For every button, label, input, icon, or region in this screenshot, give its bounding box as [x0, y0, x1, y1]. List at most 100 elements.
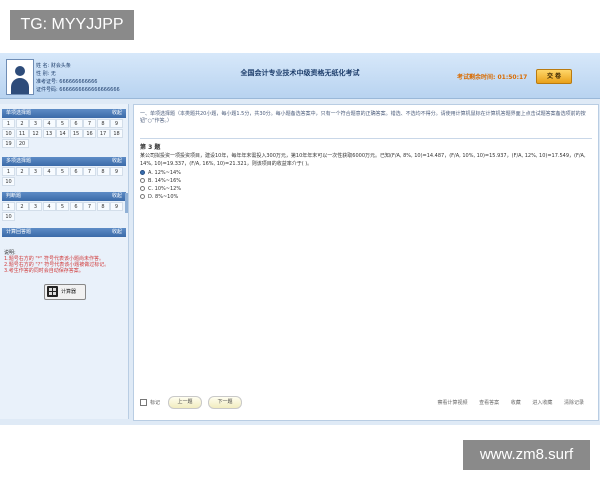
section-instructions: 一、单项选择题（本类题共20小题，每小题1.5分，共30分。每小题备选答案中，只… — [140, 111, 586, 124]
note-line: 3.考生作答的同时会自动保存答案。 — [4, 268, 84, 274]
radio-icon[interactable] — [140, 194, 145, 199]
mark-label: 标记 — [150, 400, 161, 406]
question-panel: 一、单项选择题（本类题共20小题，每小题1.5分，共30分。每小题备选答案中，只… — [133, 104, 599, 421]
question-number-cell[interactable]: 17 — [96, 129, 110, 138]
question-number-cell[interactable]: 9 — [110, 167, 123, 176]
option-label: B. 14%~16% — [148, 178, 182, 184]
sidebar-scrollbar[interactable] — [125, 193, 128, 213]
option-label: A. 12%~14% — [148, 170, 181, 176]
section-collapse[interactable]: 收起 — [112, 228, 122, 237]
question-number-cell[interactable]: 7 — [83, 119, 96, 128]
watermark-bottom-right: www.zm8.surf — [463, 440, 590, 470]
option-a[interactable]: A. 12%~14% — [140, 169, 181, 177]
calculator-label: 计算器 — [61, 289, 77, 295]
question-grid-multiple: 1 2 3 4 5 6 7 8 9 10 — [2, 167, 126, 187]
radio-icon[interactable] — [140, 186, 145, 191]
question-number-cell[interactable]: 16 — [83, 129, 96, 138]
section-collapse[interactable]: 收起 — [112, 109, 122, 118]
question-number-cell[interactable]: 14 — [56, 129, 69, 138]
question-footer: 标记 上一题 下一题 察看计算视频 查看答案 收藏 进入收藏 清除记录 — [140, 396, 592, 410]
mark-checkbox[interactable]: 标记 — [140, 399, 160, 406]
radio-icon[interactable] — [140, 170, 145, 175]
link-enter-favorite[interactable]: 进入收藏 — [532, 400, 552, 406]
question-number-cell[interactable]: 19 — [2, 139, 15, 148]
link-answer[interactable]: 查看答案 — [479, 400, 499, 406]
info-gender: 性 别: 无 — [36, 71, 56, 77]
checkbox-icon[interactable] — [140, 399, 147, 406]
question-number-cell[interactable]: 10 — [2, 129, 15, 138]
prev-button[interactable]: 上一题 — [168, 396, 202, 409]
question-number-cell[interactable]: 18 — [110, 129, 123, 138]
section-header-judge[interactable]: 判断题 收起 — [2, 192, 126, 201]
question-number-cell[interactable]: 1 — [2, 119, 15, 128]
candidate-info: 姓 名: 财会头条 性 别: 无 准考证号: 666666666666 证件号码… — [36, 62, 120, 94]
question-number-cell[interactable]: 10 — [2, 177, 15, 186]
watermark-top-left: TG: MYYJJPP — [10, 10, 134, 40]
question-number-cell[interactable]: 5 — [56, 202, 69, 211]
option-b[interactable]: B. 14%~16% — [140, 177, 181, 185]
question-number-cell[interactable]: 12 — [29, 129, 42, 138]
question-number-cell[interactable]: 6 — [69, 202, 83, 211]
question-number-cell[interactable]: 10 — [2, 212, 15, 221]
question-number-cell[interactable]: 6 — [69, 119, 83, 128]
calculator-icon — [47, 286, 58, 297]
question-number-cell[interactable]: 4 — [42, 119, 56, 128]
question-number-cell[interactable]: 15 — [69, 129, 83, 138]
question-number-cell[interactable]: 1 — [2, 202, 15, 211]
calculator-button[interactable]: 计算器 — [44, 284, 86, 300]
timer: 考试剩余时间: 01:50:17 — [457, 72, 527, 81]
question-number-cell[interactable]: 9 — [110, 202, 123, 211]
section-name: 计算回答题 — [6, 229, 32, 235]
question-number-cell[interactable]: 7 — [83, 202, 96, 211]
section-header-single[interactable]: 单项选择题 收起 — [2, 109, 126, 118]
link-clear[interactable]: 清除记录 — [564, 400, 584, 406]
section-header-multiple[interactable]: 多项选择题 收起 — [2, 157, 126, 166]
question-number-cell[interactable]: 3 — [29, 119, 42, 128]
option-label: C. 10%~12% — [148, 186, 182, 192]
question-number-cell[interactable]: 1 — [2, 167, 15, 176]
question-number: 第 3 题 — [140, 144, 161, 151]
question-number-cell[interactable]: 6 — [69, 167, 83, 176]
section-collapse[interactable]: 收起 — [112, 192, 122, 201]
question-number-cell[interactable]: 2 — [15, 167, 29, 176]
question-number-cell[interactable]: 8 — [96, 202, 110, 211]
section-collapse[interactable]: 收起 — [112, 157, 122, 166]
answer-options: A. 12%~14% B. 14%~16% C. 10%~12% D. 8%~1… — [140, 169, 181, 201]
question-number-cell[interactable]: 11 — [15, 129, 29, 138]
question-number-cell[interactable]: 2 — [15, 202, 29, 211]
question-number-cell[interactable]: 2 — [15, 119, 29, 128]
submit-button[interactable]: 交 卷 — [536, 69, 572, 84]
question-number-cell[interactable]: 5 — [56, 167, 69, 176]
question-number-cell[interactable]: 3 — [29, 202, 42, 211]
option-label: D. 8%~10% — [148, 194, 179, 200]
question-number-cell[interactable]: 9 — [110, 119, 123, 128]
radio-icon[interactable] — [140, 178, 145, 183]
info-id-number: 证件号码: 6666666666666666666 — [36, 87, 120, 93]
link-video[interactable]: 察看计算视频 — [438, 400, 468, 406]
header: 姓 名: 财会头条 性 别: 无 准考证号: 666666666666 证件号码… — [0, 53, 600, 99]
info-exam-id: 准考证号: 666666666666 — [36, 79, 98, 85]
question-number-cell[interactable]: 8 — [96, 167, 110, 176]
question-number-cell[interactable]: 3 — [29, 167, 42, 176]
question-number-cell[interactable]: 7 — [83, 167, 96, 176]
question-number-cell[interactable]: 5 — [56, 119, 69, 128]
avatar — [6, 59, 34, 95]
timer-value: 01:50:17 — [497, 74, 528, 81]
question-number-cell[interactable]: 13 — [42, 129, 56, 138]
notes: 说明: 1.题号右方的 "*" 符号代表该小题尚未作答。 2.题号右方的 "?"… — [4, 250, 124, 274]
info-name: 姓 名: 财会头条 — [36, 63, 71, 69]
link-favorite[interactable]: 收藏 — [511, 400, 521, 406]
section-name: 多项选择题 — [6, 158, 32, 164]
section-name: 单项选择题 — [6, 110, 32, 116]
timer-label: 考试剩余时间: — [457, 74, 496, 81]
question-number-cell[interactable]: 4 — [42, 167, 56, 176]
section-header-calc[interactable]: 计算回答题 收起 — [2, 228, 126, 237]
option-d[interactable]: D. 8%~10% — [140, 193, 181, 201]
exam-app: 姓 名: 财会头条 性 别: 无 准考证号: 666666666666 证件号码… — [0, 53, 600, 425]
option-c[interactable]: C. 10%~12% — [140, 185, 181, 193]
question-number-cell[interactable]: 4 — [42, 202, 56, 211]
question-number-cell[interactable]: 8 — [96, 119, 110, 128]
question-number-cell[interactable]: 20 — [15, 139, 29, 148]
page-title: 全国会计专业技术中级资格无纸化考试 — [240, 69, 360, 77]
next-button[interactable]: 下一题 — [208, 396, 242, 409]
